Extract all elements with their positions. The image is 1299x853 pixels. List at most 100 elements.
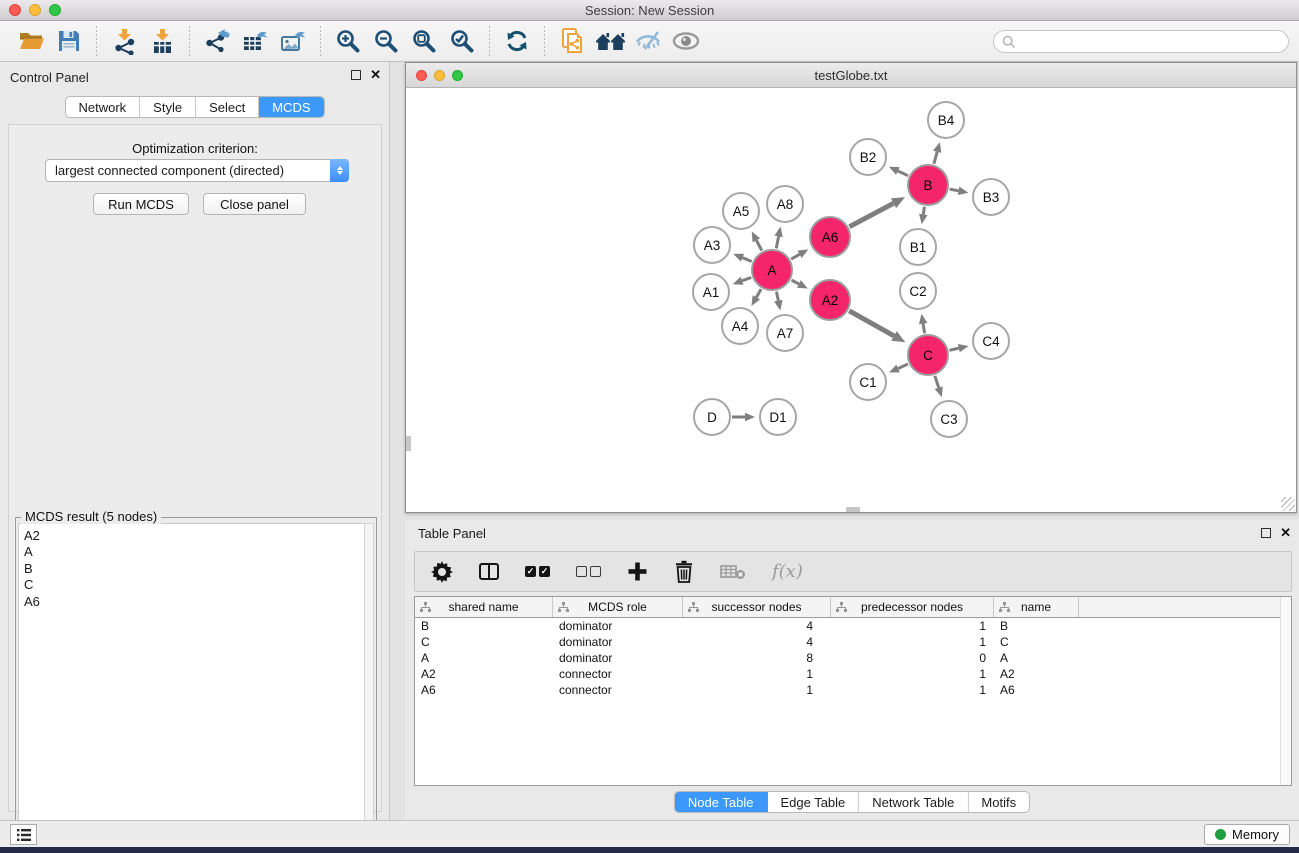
graph-node-A7[interactable]: A7 (766, 314, 804, 352)
mcds-result-item[interactable]: A2 (24, 528, 365, 544)
window-resize-grip[interactable] (1281, 497, 1295, 511)
hide-selected-icon[interactable] (631, 25, 665, 57)
table-row[interactable]: Adominator80A (415, 650, 1291, 666)
cell-MCDS-role[interactable]: dominator (553, 619, 683, 633)
canvas-vertical-scroll-thumb[interactable] (406, 436, 411, 451)
table-row[interactable]: Cdominator41C (415, 634, 1291, 650)
deselect-all-columns-icon[interactable] (576, 557, 601, 587)
column-view-icon[interactable] (479, 557, 499, 587)
add-column-icon[interactable] (627, 557, 648, 587)
search-input[interactable] (1020, 35, 1288, 49)
mcds-result-item[interactable]: C (24, 577, 365, 593)
graph-node-A3[interactable]: A3 (693, 226, 731, 264)
graph-node-A4[interactable]: A4 (721, 307, 759, 345)
select-all-columns-icon[interactable]: ✓✓ (525, 557, 550, 587)
zoom-fit-icon[interactable] (407, 25, 441, 57)
cell-name[interactable]: C (994, 635, 1079, 649)
export-network-icon[interactable] (200, 25, 234, 57)
network-window-close-icon[interactable] (416, 70, 427, 81)
graph-node-A2[interactable]: A2 (809, 279, 851, 321)
cell-MCDS-role[interactable]: connector (553, 667, 683, 681)
table-scrollbar[interactable] (1280, 597, 1291, 785)
cell-shared-name[interactable]: A (415, 651, 553, 665)
function-builder-icon[interactable]: f(x) (772, 557, 803, 587)
cell-name[interactable]: B (994, 619, 1079, 633)
refresh-icon[interactable] (500, 25, 534, 57)
delete-table-icon[interactable] (720, 557, 746, 587)
cell-MCDS-role[interactable]: connector (553, 683, 683, 697)
graph-node-A5[interactable]: A5 (722, 192, 760, 230)
save-session-icon[interactable] (52, 25, 86, 57)
cell-predecessor-nodes[interactable]: 1 (831, 619, 994, 633)
mcds-result-item[interactable]: B (24, 561, 365, 577)
graph-node-D[interactable]: D (693, 398, 731, 436)
import-network-icon[interactable] (107, 25, 141, 57)
export-image-icon[interactable] (276, 25, 310, 57)
cell-predecessor-nodes[interactable]: 1 (831, 667, 994, 681)
open-session-icon[interactable] (14, 25, 48, 57)
window-minimize-icon[interactable] (29, 4, 41, 16)
cell-successor-nodes[interactable]: 4 (683, 635, 831, 649)
search-field[interactable] (993, 30, 1289, 53)
cell-predecessor-nodes[interactable]: 1 (831, 635, 994, 649)
table-row[interactable]: Bdominator41B (415, 618, 1291, 634)
mcds-result-scrollbar[interactable] (364, 523, 374, 853)
graph-node-C2[interactable]: C2 (899, 272, 937, 310)
table-row[interactable]: A6connector11A6 (415, 682, 1291, 698)
first-neighbors-icon[interactable] (593, 25, 627, 57)
column-header-predecessor-nodes[interactable]: predecessor nodes (831, 597, 994, 617)
cell-MCDS-role[interactable]: dominator (553, 635, 683, 649)
cell-successor-nodes[interactable]: 1 (683, 667, 831, 681)
new-network-from-selection-icon[interactable] (555, 25, 589, 57)
graph-node-C3[interactable]: C3 (930, 400, 968, 438)
window-close-icon[interactable] (9, 4, 21, 16)
graph-node-A[interactable]: A (751, 249, 793, 291)
network-canvas[interactable]: B4B2BB3A5A8A6A3B1AA1C2A2A4A7C4CC1DD1C3 (406, 88, 1296, 512)
cell-shared-name[interactable]: A2 (415, 667, 553, 681)
float-table-panel-icon[interactable] (1261, 528, 1271, 538)
attribute-settings-icon[interactable] (431, 557, 453, 587)
cell-successor-nodes[interactable]: 4 (683, 619, 831, 633)
graph-node-B[interactable]: B (907, 164, 949, 206)
mcds-result-list[interactable]: A2ABCA6 (18, 523, 365, 853)
network-window-zoom-icon[interactable] (452, 70, 463, 81)
window-zoom-icon[interactable] (49, 4, 61, 16)
tab-edge-table[interactable]: Edge Table (767, 792, 859, 812)
tab-network-table[interactable]: Network Table (859, 792, 968, 812)
graph-node-B1[interactable]: B1 (899, 228, 937, 266)
column-header-successor-nodes[interactable]: successor nodes (683, 597, 831, 617)
mcds-result-item[interactable]: A6 (24, 594, 365, 610)
network-window-minimize-icon[interactable] (434, 70, 445, 81)
cell-MCDS-role[interactable]: dominator (553, 651, 683, 665)
import-table-icon[interactable] (145, 25, 179, 57)
tab-network[interactable]: Network (65, 97, 140, 117)
graph-node-D1[interactable]: D1 (759, 398, 797, 436)
cell-shared-name[interactable]: C (415, 635, 553, 649)
float-panel-icon[interactable] (351, 70, 361, 80)
export-table-icon[interactable] (238, 25, 272, 57)
cell-successor-nodes[interactable]: 1 (683, 683, 831, 697)
close-table-panel-icon[interactable]: ✕ (1280, 528, 1291, 538)
cell-name[interactable]: A (994, 651, 1079, 665)
graph-node-A6[interactable]: A6 (809, 216, 851, 258)
graph-node-A1[interactable]: A1 (692, 273, 730, 311)
graph-node-B3[interactable]: B3 (972, 178, 1010, 216)
network-window-titlebar[interactable]: testGlobe.txt (406, 63, 1296, 88)
delete-column-icon[interactable] (674, 557, 694, 587)
cell-shared-name[interactable]: B (415, 619, 553, 633)
graph-node-A8[interactable]: A8 (766, 185, 804, 223)
task-history-button[interactable] (10, 824, 37, 845)
cell-name[interactable]: A6 (994, 683, 1079, 697)
graph-node-B2[interactable]: B2 (849, 138, 887, 176)
graph-node-C4[interactable]: C4 (972, 322, 1010, 360)
graph-node-B4[interactable]: B4 (927, 101, 965, 139)
run-mcds-button[interactable]: Run MCDS (93, 193, 189, 215)
zoom-out-icon[interactable] (369, 25, 403, 57)
memory-button[interactable]: Memory (1204, 824, 1290, 845)
canvas-horizontal-scroll-thumb[interactable] (846, 507, 860, 512)
tab-style[interactable]: Style (140, 97, 196, 117)
close-panel-button[interactable]: Close panel (203, 193, 306, 215)
tab-node-table[interactable]: Node Table (675, 792, 768, 812)
column-header-shared-name[interactable]: shared name (415, 597, 553, 617)
cell-shared-name[interactable]: A6 (415, 683, 553, 697)
